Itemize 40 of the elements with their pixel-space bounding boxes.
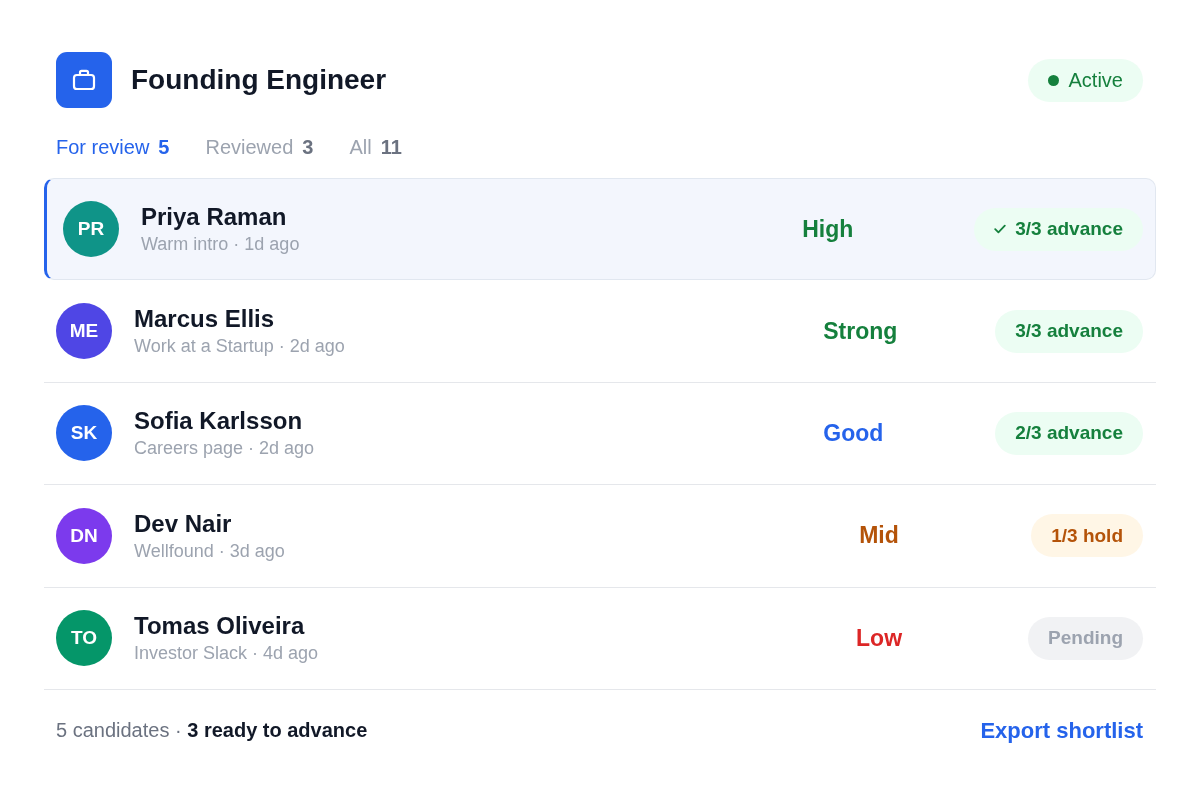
avatar: PR [63, 201, 119, 258]
score-label: Good [823, 419, 884, 447]
candidate-row[interactable]: ME Marcus Ellis Work at a Startup · 2d ago Strong 3/3 advance [44, 280, 1156, 383]
candidate-name: Sofia Karlsson [134, 406, 303, 437]
candidate-source: Investor Slack · 4d ago [134, 642, 319, 666]
candidate-name: Priya Raman [141, 202, 287, 233]
score-label: Mid [859, 522, 899, 550]
candidate-source: Careers page · 2d ago [134, 437, 315, 461]
tab[interactable]: Reviewed 3 [205, 133, 314, 161]
verdict-badge: 1/3 hold [1031, 514, 1143, 558]
score-label: High [802, 215, 854, 243]
status-badge: Active [1027, 58, 1143, 102]
verdict-badge: 3/3 advance [995, 309, 1143, 353]
candidate-row[interactable]: TO Tomas Oliveira Investor Slack · 4d ago Low Pending [44, 587, 1156, 690]
score-label: Low [856, 624, 903, 652]
briefcase-icon [56, 52, 112, 108]
tab[interactable]: All 11 [349, 133, 402, 161]
avatar: SK [56, 405, 112, 462]
candidate-source: Warm intro · 1d ago [141, 233, 300, 257]
verdict-badge: 3/3 advance [974, 207, 1143, 251]
candidate-source: Wellfound · 3d ago [134, 539, 285, 563]
summary-text: 5 candidates · 3 ready to advance [56, 719, 368, 743]
avatar: TO [56, 610, 112, 667]
score-label: Strong [823, 317, 898, 345]
candidate-name: Tomas Oliveira [134, 611, 305, 642]
candidate-row[interactable]: SK Sofia Karlsson Careers page · 2d ago Good 2/3 advance [44, 382, 1156, 486]
tab[interactable]: For review 5 [56, 133, 170, 161]
candidate-name: Dev Nair [134, 508, 232, 539]
avatar: ME [56, 303, 112, 360]
verdict-badge: 2/3 advance [995, 411, 1143, 455]
job-title: Founding Engineer [131, 64, 387, 96]
candidate-source: Work at a Startup · 2d ago [134, 335, 345, 359]
verdict-badge: Pending [1028, 616, 1143, 660]
candidate-row[interactable]: DN Dev Nair Wellfound · 3d ago Mid 1/3 hold [44, 485, 1156, 588]
export-shortlist-link[interactable]: Export shortlist [980, 717, 1143, 744]
avatar: DN [56, 507, 112, 564]
status-dot-icon [1047, 74, 1059, 86]
candidate-name: Marcus Ellis [134, 304, 275, 335]
candidate-row[interactable]: PR Priya Raman Warm intro · 1d ago High 3/3 advance [44, 178, 1156, 281]
check-icon [994, 224, 1007, 235]
